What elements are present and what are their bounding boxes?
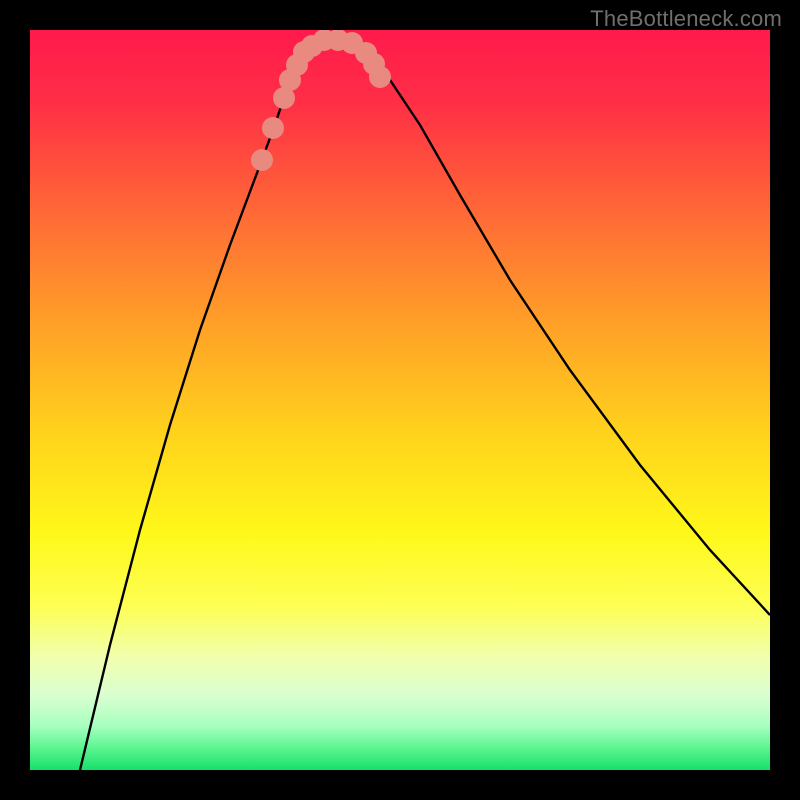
plot-area xyxy=(30,30,770,770)
watermark-text: TheBottleneck.com xyxy=(590,6,782,32)
bottleneck-curve xyxy=(30,30,770,770)
dot-marker xyxy=(262,117,284,139)
dot-marker xyxy=(369,66,391,88)
chart-frame: TheBottleneck.com xyxy=(0,0,800,800)
curve-path xyxy=(80,40,770,770)
dot-markers-group xyxy=(251,30,391,171)
dot-marker xyxy=(251,149,273,171)
